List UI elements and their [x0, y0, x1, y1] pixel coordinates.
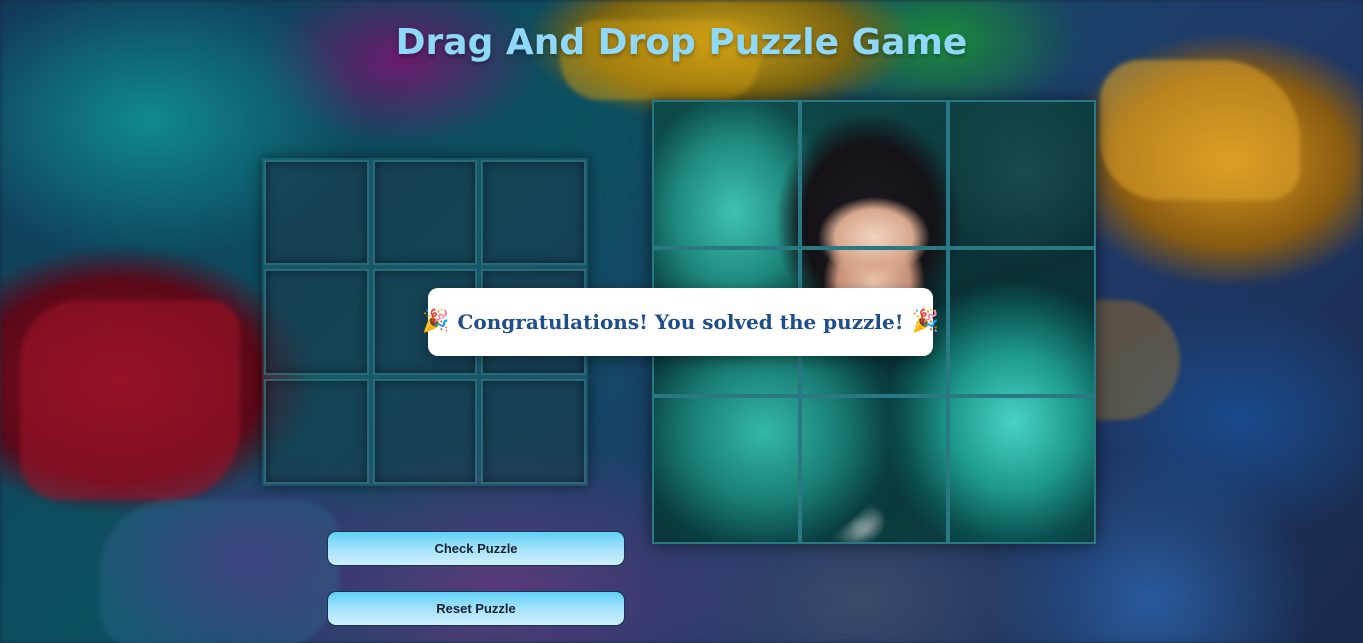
tray-slot[interactable]: [264, 160, 369, 266]
puzzle-tile[interactable]: [802, 398, 946, 542]
puzzle-tile[interactable]: [950, 102, 1094, 246]
tray-slot[interactable]: [481, 160, 586, 266]
tray-slot[interactable]: [372, 160, 478, 266]
tray-slot[interactable]: [372, 378, 478, 484]
tray-slot[interactable]: [264, 269, 369, 375]
tray-slot[interactable]: [481, 378, 586, 484]
puzzle-tile[interactable]: [802, 102, 946, 246]
puzzle-tile[interactable]: [950, 398, 1094, 542]
check-puzzle-button[interactable]: Check Puzzle: [327, 531, 625, 566]
tray-slot[interactable]: [264, 378, 369, 484]
party-popper-icon: 🎉: [911, 309, 939, 334]
puzzle-tile[interactable]: [654, 398, 798, 542]
reset-puzzle-button[interactable]: Reset Puzzle: [327, 591, 625, 626]
bg-piece-blue: [100, 500, 340, 643]
puzzle-tile[interactable]: [950, 250, 1094, 394]
congratulations-message: Congratulations! You solved the puzzle!: [457, 310, 904, 334]
page-title: Drag And Drop Puzzle Game: [395, 22, 968, 63]
bg-piece-red: [20, 300, 240, 500]
congratulations-modal: 🎉 Congratulations! You solved the puzzle…: [422, 288, 939, 356]
bg-piece-orange: [1100, 60, 1300, 200]
puzzle-tile[interactable]: [654, 102, 798, 246]
party-popper-icon: 🎉: [422, 309, 450, 334]
